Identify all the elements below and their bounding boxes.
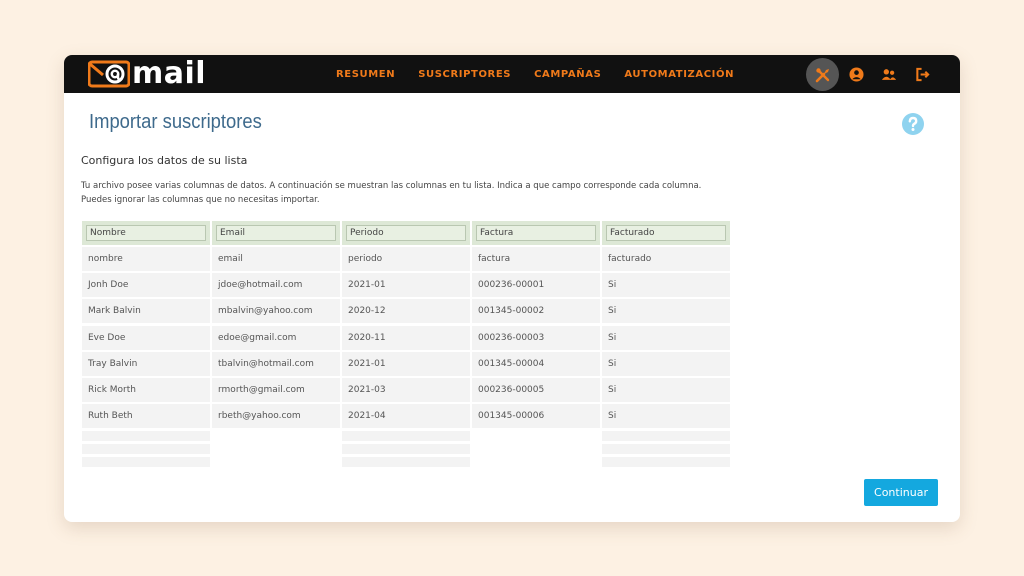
table-cell: rmorth@gmail.com (212, 377, 340, 402)
logout-button[interactable] (914, 66, 930, 82)
table-cell: Si (602, 299, 730, 324)
instructions: Tu archivo posee varias columnas de dato… (81, 179, 701, 207)
empty-row (82, 457, 210, 468)
table-cell: Si (602, 404, 730, 429)
column-mapping-field[interactable]: Nombre (86, 225, 206, 241)
column-facturado: Facturado facturado Si Si Si Si Si Si (602, 221, 730, 468)
table-cell: jdoe@hotmail.com (212, 273, 340, 298)
user-circle-icon (848, 66, 864, 82)
tools-icon (815, 67, 829, 82)
continue-button[interactable]: Continuar (864, 479, 938, 506)
main-nav: RESUMEN SUSCRIPTORES CAMPAÑAS AUTOMATIZA… (336, 55, 757, 93)
table-cell: Si (602, 351, 730, 376)
empty-row (602, 457, 730, 468)
tools-button[interactable] (806, 58, 839, 91)
table-cell: facturado (602, 247, 730, 271)
table-cell: Tray Balvin (82, 351, 210, 376)
mail-logo-icon (88, 60, 130, 88)
column-factura: Factura factura 000236-00001 001345-0000… (472, 221, 600, 467)
table-cell: mbalvin@yahoo.com (212, 299, 340, 324)
column-mapping-field[interactable]: Factura (476, 225, 596, 241)
column-periodo: Periodo periodo 2021-01 2020-12 2020-11 … (342, 221, 470, 468)
column-header: Periodo (342, 221, 470, 245)
empty-row (602, 444, 730, 455)
table-cell: Jonh Doe (82, 273, 210, 298)
table-cell: 000236-00005 (472, 377, 600, 402)
empty-row (82, 444, 210, 455)
table-cell: 2020-12 (342, 299, 470, 324)
column-header: Factura (472, 221, 600, 245)
table-cell: Si (602, 273, 730, 298)
table-cell: Rick Morth (82, 377, 210, 402)
table-cell: 001345-00004 (472, 351, 600, 376)
nav-suscriptores[interactable]: SUSCRIPTORES (418, 69, 511, 80)
table-cell: 2021-01 (342, 351, 470, 376)
table-cell: factura (472, 247, 600, 271)
instructions-line-1: Tu archivo posee varias columnas de dato… (81, 181, 702, 191)
table-cell: tbalvin@hotmail.com (212, 351, 340, 376)
table-cell: 000236-00001 (472, 273, 600, 298)
top-bar: mail RESUMEN SUSCRIPTORES CAMPAÑAS AUTOM… (64, 55, 960, 93)
column-mapping-field[interactable]: Email (216, 225, 336, 241)
users-icon (881, 68, 897, 80)
table-cell: edoe@gmail.com (212, 325, 340, 350)
page-title: Importar suscriptores (89, 111, 262, 133)
table-cell: 2020-11 (342, 325, 470, 350)
table-cell: 001345-00002 (472, 299, 600, 324)
empty-row (342, 431, 470, 442)
table-cell: nombre (82, 247, 210, 271)
column-nombre: Nombre nombre Jonh Doe Mark Balvin Eve D… (82, 221, 210, 468)
table-cell: Ruth Beth (82, 404, 210, 429)
column-header: Email (212, 221, 340, 245)
table-cell: 2021-03 (342, 377, 470, 402)
table-cell: Si (602, 325, 730, 350)
table-cell: rbeth@yahoo.com (212, 404, 340, 429)
table-cell: Mark Balvin (82, 299, 210, 324)
column-email: Email email jdoe@hotmail.com mbalvin@yah… (212, 221, 340, 467)
profile-button[interactable] (848, 66, 864, 82)
column-mapping-field[interactable]: Facturado (606, 225, 726, 241)
column-header: Nombre (82, 221, 210, 245)
instructions-line-2: Puedes ignorar las columnas que no neces… (81, 195, 320, 205)
nav-automatizacion[interactable]: AUTOMATIZACIÓN (624, 69, 734, 80)
logo[interactable]: mail (88, 59, 206, 89)
users-button[interactable] (881, 66, 897, 82)
empty-row (342, 457, 470, 468)
nav-resumen[interactable]: RESUMEN (336, 69, 395, 80)
table-cell: 2021-04 (342, 404, 470, 429)
table-cell: periodo (342, 247, 470, 271)
nav-campanas[interactable]: CAMPAÑAS (534, 69, 601, 80)
logo-text: mail (132, 56, 207, 91)
table-cell: 2021-01 (342, 273, 470, 298)
column-mapping-field[interactable]: Periodo (346, 225, 466, 241)
column-header: Facturado (602, 221, 730, 245)
table-cell: 001345-00006 (472, 404, 600, 429)
logout-icon (915, 67, 930, 81)
empty-row (602, 431, 730, 442)
empty-row (82, 431, 210, 442)
table-cell: Eve Doe (82, 325, 210, 350)
import-table: Nombre nombre Jonh Doe Mark Balvin Eve D… (82, 221, 730, 468)
table-cell: 000236-00003 (472, 325, 600, 350)
help-icon[interactable] (902, 113, 924, 135)
section-subtitle: Configura los datos de su lista (81, 154, 248, 167)
app-window: mail RESUMEN SUSCRIPTORES CAMPAÑAS AUTOM… (64, 55, 960, 522)
table-cell: Si (602, 377, 730, 402)
empty-row (342, 444, 470, 455)
table-cell: email (212, 247, 340, 271)
